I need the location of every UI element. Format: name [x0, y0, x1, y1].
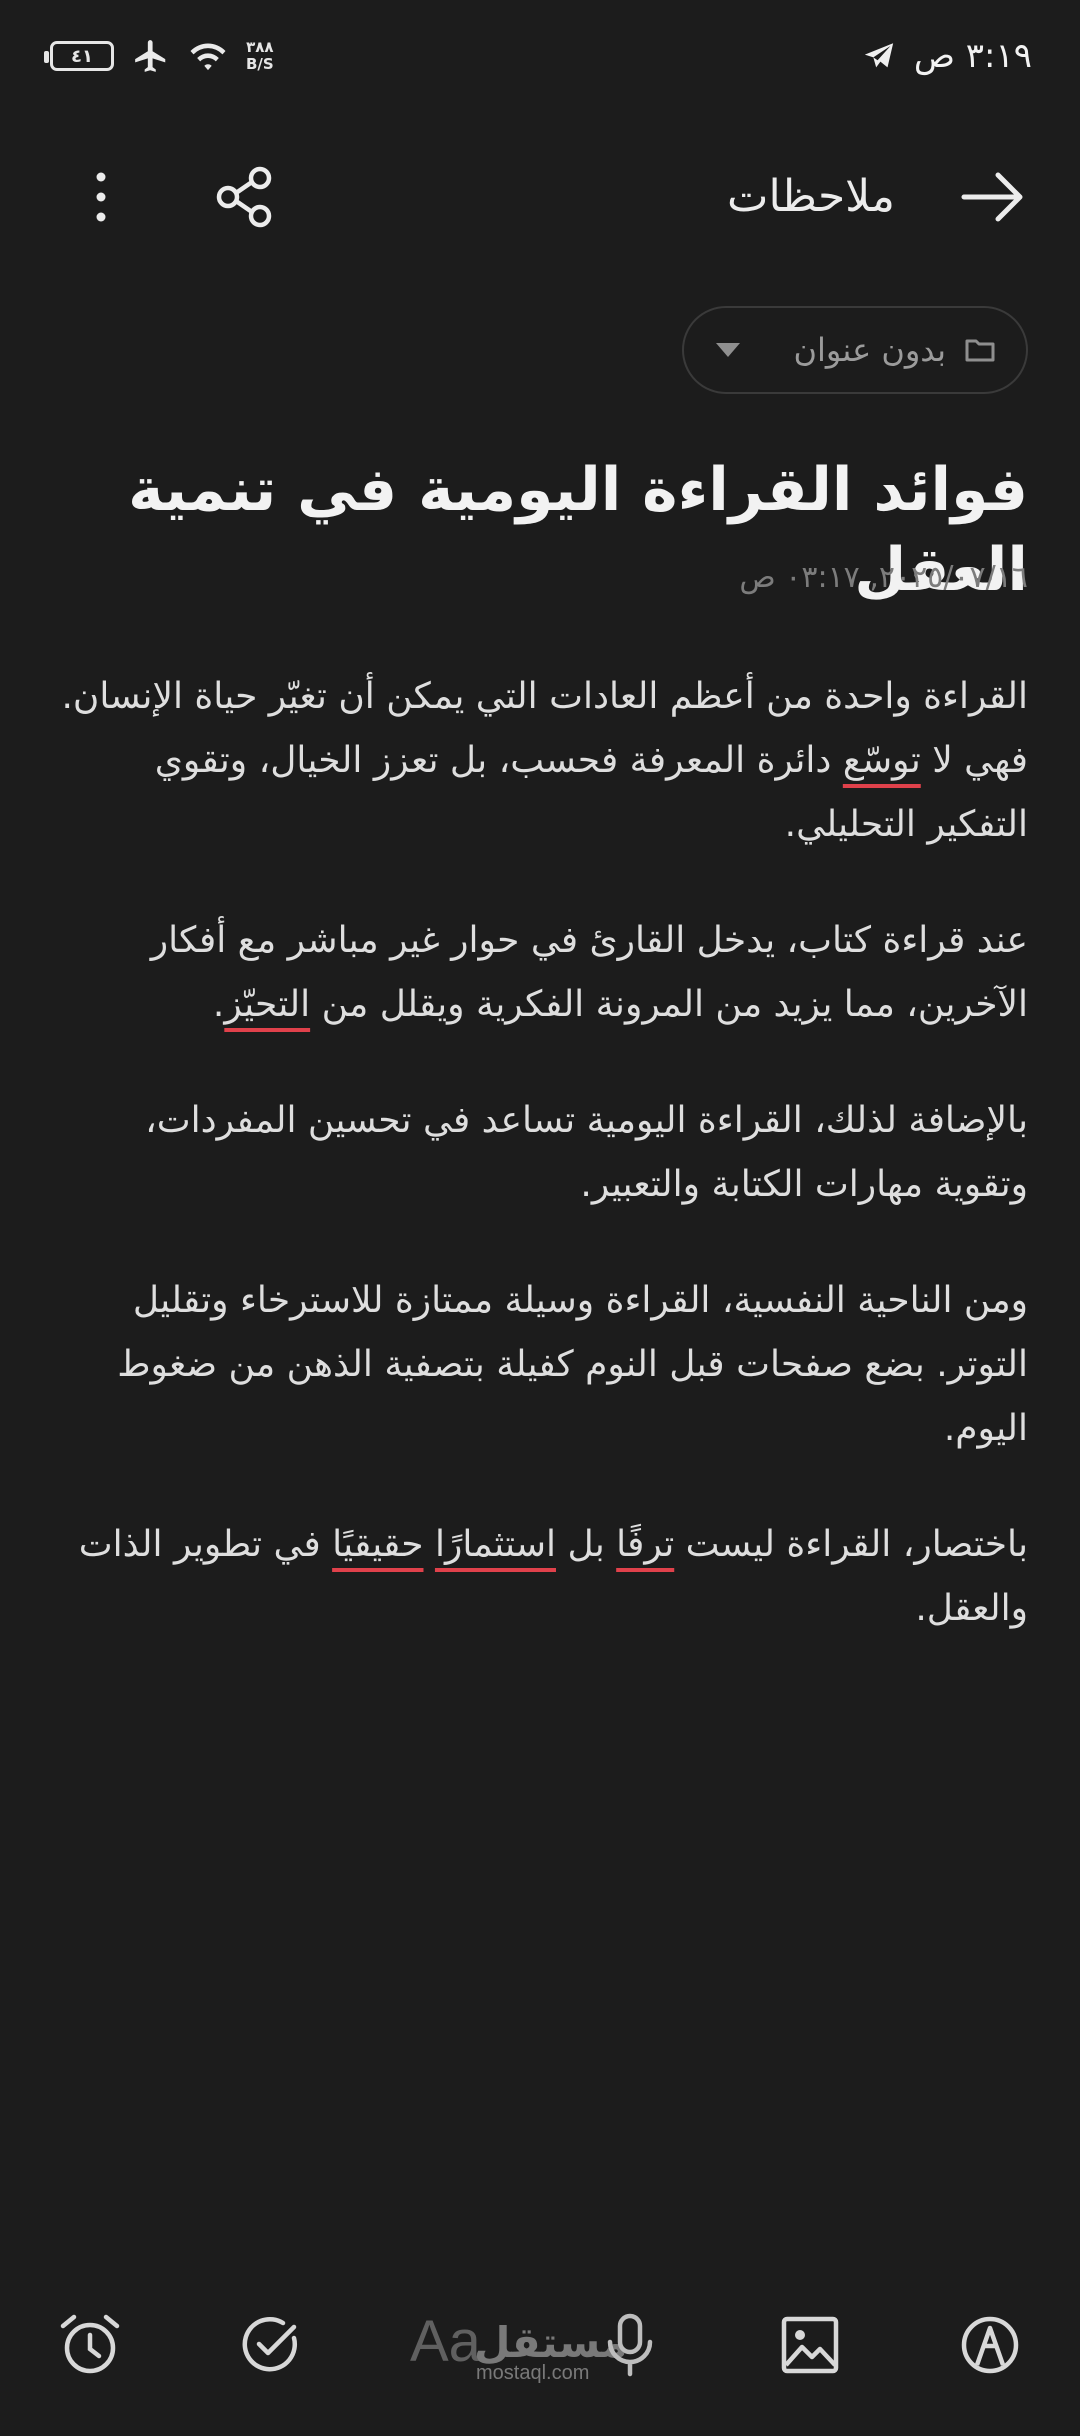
folder-label: بدون عنوان	[793, 331, 947, 369]
microphone-icon[interactable]	[595, 2310, 665, 2380]
checklist-icon[interactable]	[236, 2310, 306, 2380]
folder-selector[interactable]: بدون عنوان	[682, 306, 1028, 394]
spelling-error: حقيقيًا	[332, 1524, 424, 1565]
spelling-error: ترفًا	[616, 1524, 675, 1565]
chevron-down-icon	[716, 343, 740, 357]
clock: ٣:١٩ ص	[913, 36, 1032, 76]
text-run: باختصار، القراءة ليست	[674, 1524, 1028, 1565]
battery-icon: ٤١	[44, 41, 114, 71]
more-options-icon[interactable]	[78, 164, 124, 230]
airplane-mode-icon	[135, 40, 166, 72]
status-right-group: ٣:١٩ ص	[862, 28, 1032, 84]
telegram-icon	[864, 43, 893, 68]
paragraph-3: بالإضافة لذلك، القراءة اليومية تساعد في …	[145, 1100, 1028, 1205]
share-icon[interactable]	[212, 164, 278, 230]
paragraph-5: باختصار، القراءة ليست ترفًا بل استثمارًا…	[58, 1513, 1028, 1641]
status-left-group: ٤١ ٣٨٨ B/S	[44, 28, 274, 84]
image-icon[interactable]	[775, 2310, 845, 2380]
screen-title: ملاحظات	[727, 171, 895, 222]
watermark-domain: mostaql.com	[476, 2362, 590, 2384]
network-speed: ٣٨٨ B/S	[246, 39, 274, 73]
top-app-bar: ملاحظات	[0, 140, 1080, 250]
note-body[interactable]: القراءة واحدة من أعظم العادات التي يمكن …	[58, 665, 1028, 1693]
status-bar: ٤١ ٣٨٨ B/S ٣:١٩ ص	[0, 0, 1080, 110]
wifi-icon	[190, 43, 226, 71]
network-speed-unit: B/S	[246, 55, 274, 73]
paragraph-1: القراءة واحدة من أعظم العادات التي يمكن …	[58, 665, 1028, 857]
drawing-pen-icon[interactable]	[955, 2310, 1025, 2380]
paragraph-2: عند قراءة كتاب، يدخل القارئ في حوار غير …	[58, 909, 1028, 1037]
text-run: بل	[556, 1524, 617, 1565]
note-date: ٢٠٢٥/٠٧/١٦, ٠٣:١٧ ص	[739, 560, 1028, 595]
text-run	[423, 1524, 434, 1565]
folder-icon	[965, 339, 995, 362]
back-arrow-icon[interactable]	[958, 162, 1028, 232]
text-format-icon[interactable]: Aa	[410, 2312, 481, 2372]
alarm-reminder-icon[interactable]	[55, 2310, 125, 2380]
network-speed-value: ٣٨٨	[246, 38, 274, 56]
spelling-error: توسّع	[842, 740, 921, 781]
spelling-error: التحيّز	[224, 984, 311, 1025]
battery-level: ٤١	[71, 45, 93, 67]
spelling-error: استثمارًا	[434, 1524, 556, 1565]
text-run: .	[212, 984, 225, 1025]
paragraph-4: ومن الناحية النفسية، القراءة وسيلة ممتاز…	[117, 1280, 1028, 1449]
